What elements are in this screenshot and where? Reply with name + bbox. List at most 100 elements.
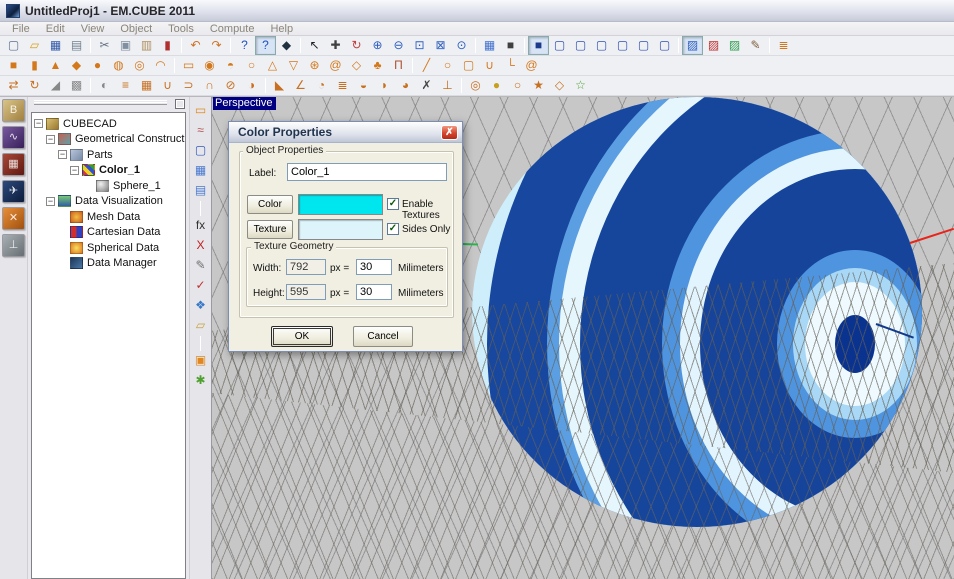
transform-move-button[interactable]: ⇄ xyxy=(3,76,24,95)
tree-expander-icon[interactable]: − xyxy=(46,135,55,144)
new-button[interactable]: ▢ xyxy=(3,36,24,55)
menu-compute[interactable]: Compute xyxy=(202,22,263,36)
menu-object[interactable]: Object xyxy=(112,22,160,36)
tree-expander-icon[interactable]: − xyxy=(46,197,55,206)
height-mm-input[interactable] xyxy=(356,284,392,300)
anchor-tool-button[interactable]: ⊥ xyxy=(437,76,458,95)
wire-cube-button[interactable]: ▢ xyxy=(191,141,211,160)
menu-help[interactable]: Help xyxy=(262,22,301,36)
surface-tool-button[interactable]: ◣ xyxy=(269,76,290,95)
color-button[interactable]: Color xyxy=(247,195,293,214)
texture-button[interactable]: Texture xyxy=(247,220,293,239)
transform-array-button[interactable]: ▩ xyxy=(66,76,87,95)
star-tool-button[interactable]: ★ xyxy=(528,76,549,95)
cancel-button[interactable]: Cancel xyxy=(353,326,413,347)
redo-button[interactable]: ↷ xyxy=(206,36,227,55)
color-swatch[interactable] xyxy=(298,194,383,215)
boolean-union-button[interactable]: ∪ xyxy=(157,76,178,95)
draw-sphere-button[interactable]: ● xyxy=(87,56,108,75)
align-tool-button[interactable]: ≡ xyxy=(115,76,136,95)
transform-scale-button[interactable]: ◢ xyxy=(45,76,66,95)
draw-torus-button[interactable]: ◎ xyxy=(129,56,150,75)
dialog-title-bar[interactable]: Color Properties ✗ xyxy=(229,122,462,143)
boolean-intersect-button[interactable]: ∩ xyxy=(199,76,220,95)
draw-bicone-button[interactable]: ◆ xyxy=(66,56,87,75)
draw-dome-button[interactable]: ◠ xyxy=(150,56,171,75)
module-cubecad-button[interactable]: B xyxy=(2,99,25,122)
split-tool-button[interactable]: ◑ xyxy=(241,76,262,95)
draw-ellipsoid-button[interactable]: ◍ xyxy=(108,56,129,75)
ok-button[interactable]: OK xyxy=(271,326,333,347)
print-button[interactable]: ▤ xyxy=(66,36,87,55)
mesh-tool-button[interactable]: ▦ xyxy=(136,76,157,95)
view-front-button[interactable]: ▢ xyxy=(549,36,570,55)
tree-expander-icon[interactable]: − xyxy=(34,119,43,128)
module-purple-waves-button[interactable]: ∿ xyxy=(2,126,25,149)
tree-item-cubecad[interactable]: − CUBECAD xyxy=(32,116,185,132)
view-right-button[interactable]: ▢ xyxy=(612,36,633,55)
tree-item-data-visualization[interactable]: − Data Visualization xyxy=(32,194,185,210)
grid-display-button[interactable]: ▦ xyxy=(479,36,500,55)
draw-rect-plane-button[interactable]: ▭ xyxy=(178,56,199,75)
delete-button[interactable]: ▮ xyxy=(157,36,178,55)
layers-button[interactable]: ▣ xyxy=(191,351,211,370)
menu-edit[interactable]: Edit xyxy=(38,22,73,36)
function-fx-button[interactable]: fx xyxy=(191,216,211,235)
module-gray-tower-button[interactable]: ⊥ xyxy=(2,234,25,257)
domain-box-button[interactable]: ▨ xyxy=(682,36,703,55)
menu-tools[interactable]: Tools xyxy=(160,22,202,36)
draw-cone-button[interactable]: ▲ xyxy=(45,56,66,75)
delete-vertex-button[interactable]: ✗ xyxy=(416,76,437,95)
draw-arc-button[interactable]: ∪ xyxy=(479,56,500,75)
label-input[interactable] xyxy=(287,163,447,181)
variables-x-button[interactable]: X xyxy=(191,236,211,255)
edit-folder-button[interactable]: ▱ xyxy=(191,316,211,335)
draw-line-button[interactable]: ╱ xyxy=(416,56,437,75)
boolean-xor-button[interactable]: ⊘ xyxy=(220,76,241,95)
draw-ellipse-button[interactable]: ○ xyxy=(241,56,262,75)
draw-cylinder-button[interactable]: ▮ xyxy=(24,56,45,75)
view-bottom-button[interactable]: ▢ xyxy=(654,36,675,55)
crescent-tool-button[interactable]: ◗ xyxy=(374,76,395,95)
open-button[interactable]: ▱ xyxy=(24,36,45,55)
diamond-tool-button[interactable]: ◇ xyxy=(549,76,570,95)
help-button[interactable]: ? xyxy=(234,36,255,55)
tree-expander-icon[interactable]: − xyxy=(70,166,79,175)
project-tree-button[interactable]: ≣ xyxy=(773,36,794,55)
menu-file[interactable]: File xyxy=(4,22,38,36)
module-orange-x-button[interactable]: ✕ xyxy=(2,207,25,230)
pie-section-button[interactable]: ◔ xyxy=(311,76,332,95)
close-icon[interactable]: ✗ xyxy=(441,125,458,140)
tree-item-parts[interactable]: − Parts xyxy=(32,147,185,163)
undo-button[interactable]: ↶ xyxy=(185,36,206,55)
boolean-subtract-button[interactable]: ⊃ xyxy=(178,76,199,95)
panel-gripper[interactable] xyxy=(34,100,167,105)
about-button[interactable]: ◆ xyxy=(276,36,297,55)
tree-item-sphere-1[interactable]: − Sphere_1 xyxy=(32,178,185,194)
tree-item-geometrical-construction[interactable]: − Geometrical Construction xyxy=(32,132,185,148)
view-top-button[interactable]: ▢ xyxy=(633,36,654,55)
snapshot-flower-button[interactable]: ✱ xyxy=(191,371,211,390)
module-navy-plane-button[interactable]: ✈ xyxy=(2,180,25,203)
pan-tool[interactable]: ✚ xyxy=(325,36,346,55)
notes-edit-button[interactable]: ✎ xyxy=(191,256,211,275)
draw-polyline-button[interactable]: └ xyxy=(500,56,521,75)
zoom-window-tool[interactable]: ⊡ xyxy=(409,36,430,55)
paste-button[interactable]: ▥ xyxy=(136,36,157,55)
zoom-previous-tool[interactable]: ⊙ xyxy=(451,36,472,55)
transform-rotate-button[interactable]: ↻ xyxy=(24,76,45,95)
mesh-grid-alt-button[interactable]: ▤ xyxy=(191,181,211,200)
cut-button[interactable]: ✂ xyxy=(94,36,115,55)
draw-spiral-button[interactable]: @ xyxy=(325,56,346,75)
zoom-extents-tool[interactable]: ⊠ xyxy=(430,36,451,55)
circle-tool-button[interactable]: ○ xyxy=(507,76,528,95)
domain-green-button[interactable]: ▨ xyxy=(724,36,745,55)
draw-spiral-curve-button[interactable]: @ xyxy=(521,56,542,75)
edit-pen-button[interactable]: ✎ xyxy=(745,36,766,55)
draw-triangle-button[interactable]: △ xyxy=(262,56,283,75)
sides-only-checkbox[interactable]: ✓ xyxy=(387,223,399,235)
flower-tool-button[interactable]: ☆ xyxy=(570,76,591,95)
draw-dome-surface-button[interactable]: ◓ xyxy=(220,56,241,75)
copy-button[interactable]: ▣ xyxy=(115,36,136,55)
width-mm-input[interactable] xyxy=(356,259,392,275)
